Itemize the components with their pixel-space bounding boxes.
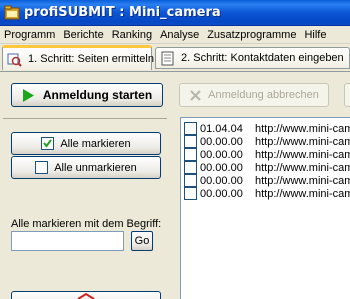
document-icon — [161, 51, 174, 65]
magnifier-icon — [7, 53, 22, 67]
row-date: 00.00.00 — [200, 135, 243, 148]
row-checkbox[interactable] — [184, 148, 197, 161]
row-checkbox[interactable] — [184, 187, 197, 200]
window-title: profiSUBMIT : Mini_camera — [24, 5, 221, 20]
row-checkbox[interactable] — [184, 174, 197, 187]
cancel-registration-button[interactable]: Anmeldung abbrechen — [179, 83, 329, 107]
play-icon — [22, 88, 34, 102]
row-url: http://www.mini-cam — [255, 135, 350, 148]
menu-programm[interactable]: Programm — [0, 26, 59, 44]
list-item[interactable]: 01.04.04 http://www.mini-cam — [181, 122, 350, 135]
title-bar: profiSUBMIT : Mini_camera — [0, 0, 350, 26]
extra-button[interactable] — [344, 83, 350, 107]
row-date: 01.04.04 — [200, 122, 243, 135]
row-url: http://www.mini-cam — [255, 174, 350, 187]
list-item[interactable]: 00.00.00 http://www.mini-cam — [181, 174, 350, 187]
list-item[interactable]: 00.00.00 http://www.mini-cam — [181, 135, 350, 148]
checked-checkbox-icon — [41, 137, 55, 150]
list-item[interactable]: 00.00.00 http://www.mini-cam — [181, 187, 350, 200]
search-term-input[interactable] — [11, 231, 124, 251]
row-url: http://www.mini-cam — [255, 161, 350, 174]
red-arrow-icon — [77, 292, 95, 299]
list-item[interactable]: 00.00.00 http://www.mini-cam — [181, 148, 350, 161]
start-registration-button[interactable]: Anmeldung starten — [11, 83, 163, 107]
site-list[interactable]: 01.04.04 http://www.mini-cam 00.00.00 ht… — [180, 117, 350, 299]
tab-seiten-ermitteln[interactable]: 1. Schritt: Seiten ermitteln — [2, 45, 154, 70]
mark-all-button[interactable]: Alle markieren — [11, 132, 161, 155]
row-date: 00.00.00 — [200, 187, 243, 200]
cancel-x-icon — [190, 89, 201, 101]
menu-bar: Programm Berichte Ranking Analyse Zusatz… — [0, 26, 350, 44]
tab-divider — [0, 71, 350, 72]
row-date: 00.00.00 — [200, 161, 243, 174]
row-url: http://www.mini-cam — [255, 122, 350, 135]
mark-all-label: Alle markieren — [60, 137, 131, 150]
bottom-button[interactable] — [11, 291, 161, 299]
menu-hilfe[interactable]: Hilfe — [300, 26, 330, 44]
row-checkbox[interactable] — [184, 122, 197, 135]
menu-zusatzprogramme[interactable]: Zusatzprogramme — [203, 26, 300, 44]
menu-analyse[interactable]: Analyse — [156, 26, 203, 44]
search-term-label: Alle markieren mit dem Begriff: — [11, 218, 162, 230]
tab-kontaktdaten[interactable]: 2. Schritt: Kontaktdaten eingeben — [155, 47, 350, 69]
row-url: http://www.mini-cam — [255, 148, 350, 161]
unmark-all-button[interactable]: Alle unmarkieren — [11, 156, 161, 179]
row-checkbox[interactable] — [184, 161, 197, 174]
unchecked-checkbox-icon — [35, 161, 49, 174]
go-label: Go — [134, 235, 150, 247]
app-icon — [4, 5, 20, 20]
unmark-all-label: Alle unmarkieren — [54, 161, 137, 174]
row-date: 00.00.00 — [200, 148, 243, 161]
tab-label: 2. Schritt: Kontaktdaten eingeben — [181, 52, 344, 64]
tab-label: 1. Schritt: Seiten ermitteln — [28, 53, 154, 65]
cancel-registration-label: Anmeldung abbrechen — [208, 89, 319, 101]
menu-berichte[interactable]: Berichte — [59, 26, 107, 44]
row-date: 00.00.00 — [200, 174, 243, 187]
tab-strip: 1. Schritt: Seiten ermitteln 2. Schritt:… — [0, 44, 350, 72]
go-button[interactable]: Go — [131, 231, 153, 251]
list-item[interactable]: 00.00.00 http://www.mini-cam — [181, 161, 350, 174]
menu-ranking[interactable]: Ranking — [108, 26, 156, 44]
panel-separator — [3, 118, 167, 119]
start-registration-label: Anmeldung starten — [42, 88, 153, 102]
row-url: http://www.mini-cam — [255, 187, 350, 200]
row-checkbox[interactable] — [184, 135, 197, 148]
